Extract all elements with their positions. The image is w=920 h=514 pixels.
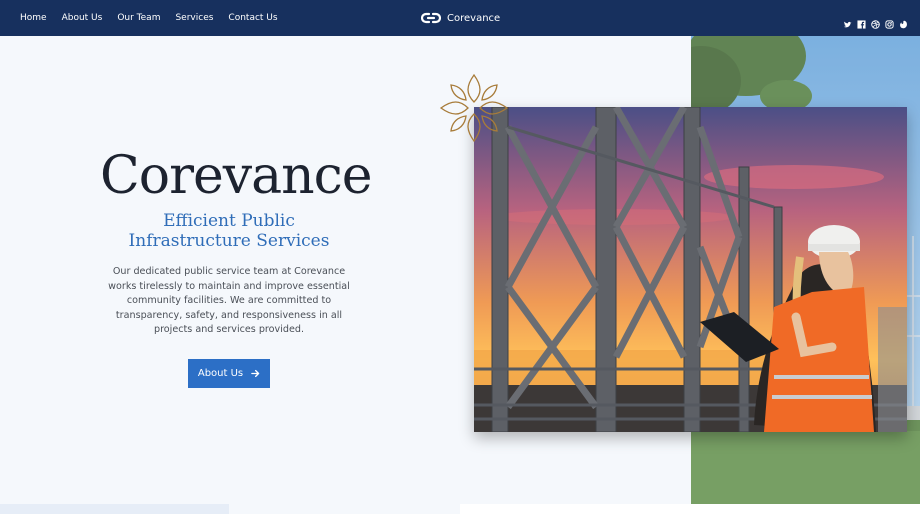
next-section-block-middle — [229, 504, 460, 514]
nav-links: Home About Us Our Team Services Contact … — [20, 0, 278, 36]
instagram-icon[interactable] — [885, 14, 894, 29]
next-section-block-left — [0, 504, 229, 514]
next-section-block-right — [460, 504, 920, 514]
about-us-button-label: About Us — [197, 368, 244, 379]
hero-bridge-photo — [474, 107, 907, 432]
pinterest-icon[interactable] — [899, 14, 908, 28]
about-us-button[interactable]: About Us — [188, 359, 270, 388]
facebook-icon[interactable] — [857, 14, 866, 29]
arrow-right-icon — [251, 369, 260, 378]
hero-subtitle: Efficient Public Infrastructure Services — [128, 211, 330, 251]
dribbble-icon[interactable] — [871, 14, 880, 29]
hero-description: Our dedicated public service team at Cor… — [108, 266, 350, 335]
flower-ornament-icon — [439, 73, 509, 143]
nav-link-services[interactable]: Services — [175, 13, 213, 23]
nav-link-contact-us[interactable]: Contact Us — [228, 13, 277, 23]
brand-logo[interactable]: Corevance — [421, 0, 500, 36]
nav-link-about-us[interactable]: About Us — [62, 13, 103, 23]
brand-name: Corevance — [447, 12, 501, 24]
chain-link-icon — [421, 12, 441, 24]
top-navbar: Home About Us Our Team Services Contact … — [0, 0, 920, 36]
hero-title: Corevance — [100, 146, 373, 206]
nav-link-our-team[interactable]: Our Team — [117, 13, 160, 23]
twitter-icon[interactable] — [843, 14, 852, 27]
nav-link-home[interactable]: Home — [20, 13, 47, 23]
social-links — [843, 0, 908, 36]
